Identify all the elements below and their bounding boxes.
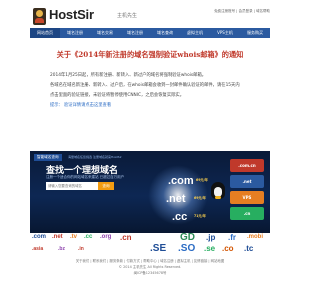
footer-icp: 闽ICP备12345678号 [133,271,167,275]
tld-logo-co[interactable]: .co [222,244,234,253]
tld-logo-jp[interactable]: .jp [206,233,215,242]
banner-chip-net: .net [230,175,264,188]
banner-tld-com-price: 69元/年 [196,178,208,182]
banner-subtitle: 注册一个适合你的网站域名来建站 已超过百万用户 [46,175,125,179]
tld-logo-net[interactable]: .net [52,234,63,240]
logo-text[interactable]: HostSir [49,7,94,22]
nav-item-domain-trade[interactable]: 域名交易 [90,28,120,38]
penguin-icon [211,182,225,199]
notice-line-3: 点击里面的验证链接，未验证将暂停使用CNNIC，之后会恢复实际实。 [50,93,185,98]
nav-item-vps[interactable]: VPS主机 [210,28,240,38]
tld-logo-cc[interactable]: .cc [84,234,92,240]
domain-search-input[interactable] [46,182,98,190]
domain-search-banner: 智能域名查询 海量域名任您挑选 注册域名就来HostSir 查找一个理想域名 注… [30,151,270,233]
nav-item-purchase[interactable]: 服务购买 [240,28,270,38]
nav-item-home[interactable]: 网站首页 [30,28,60,38]
tld-logo-se-upper[interactable]: .SE [150,243,166,254]
site-header: HostSir 主机先生 免费注册账号 | 会员登录 | 域名帮助 [30,6,270,28]
notice-line-1: 2014年1月25日起，所有新注册、新转入、新过户的域名将强制验证whois邮箱… [50,73,207,78]
banner-chip-vps: VPS [230,191,264,204]
page: HostSir 主机先生 免费注册账号 | 会员登录 | 域名帮助 网站首页 域… [30,0,270,300]
nav-item-domain-register[interactable]: 域名注册 [60,28,90,38]
domain-search-button[interactable]: 查询 [98,182,114,190]
logo-icon[interactable] [33,8,46,25]
header-links[interactable]: 免费注册账号 | 会员登录 | 域名帮助 [214,9,270,14]
tld-logo-cn[interactable]: .cn [120,233,132,242]
tld-logo-strip: .com .net .tv .cc .org .cn GD .jp .fr .m… [30,232,270,257]
tld-logo-bz[interactable]: .bz [58,246,65,252]
tld-logo-se[interactable]: .se [204,244,215,253]
tld-logo-tc[interactable]: .tc [244,244,253,253]
tld-logo-gd[interactable]: GD [180,232,195,243]
nav-item-domain-register-2[interactable]: 域名注册 [120,28,150,38]
nav-item-virtual-host[interactable]: 虚拟主机 [180,28,210,38]
tld-logo-org[interactable]: .org [100,234,111,240]
tld-logo-tv[interactable]: .tv [70,234,77,240]
banner-tld-cc-price: 71元/年 [194,214,206,218]
banner-tld-net: .net [166,193,186,205]
banner-tld-com: .com [168,175,194,187]
banner-tag-subtitle: 海量域名任您挑选 注册域名就来HostSir [68,155,122,159]
tld-logo-com[interactable]: .com [32,234,46,240]
banner-chip-comcn: .com.cn [230,159,264,172]
banner-tag: 智能域名查询 [34,154,62,161]
banner-tld-cc: .cc [172,211,188,223]
notice-body: 2014年1月25日起，所有新注册、新转入、新过户的域名将强制验证whois邮箱… [50,71,260,111]
verify-details-link[interactable]: 验证详情请点击这里查看 [64,103,111,108]
banner-chip-cn: .cn [230,207,264,220]
site-footer: 关于我们 | 联系我们 | 服务条款 | 付款方式 | 帮助中心 | 域名注册 … [30,258,270,276]
banner-tld-net-price: 69元/年 [194,196,206,200]
main-nav: 网站首页 域名注册 域名交易 域名注册 域名查询 虚拟主机 VPS主机 服务购买 [30,28,270,38]
notice-link-prefix: 提示： [50,103,63,108]
tld-logo-fr[interactable]: .fr [228,233,236,242]
notice-title: 关于《2014年新注册的域名强制验证whois邮箱》的通知 [56,50,244,59]
nav-item-domain-search[interactable]: 域名查询 [150,28,180,38]
tld-logo-in[interactable]: .in [78,246,84,252]
tld-logo-so[interactable]: .SO [178,243,195,254]
tld-logo-mobi[interactable]: .mobi [247,234,263,240]
tld-logo-asia[interactable]: .asia [32,246,43,252]
notice-line-2: 各域名在域名新注册、新转入、过户后，在whois邮箱会收到一封邮件确认验证的邮件… [50,83,240,88]
logo-subtitle: 主机先生 [117,13,138,19]
notice-link-row: 提示：验证详情请点击这里查看 [50,101,260,111]
